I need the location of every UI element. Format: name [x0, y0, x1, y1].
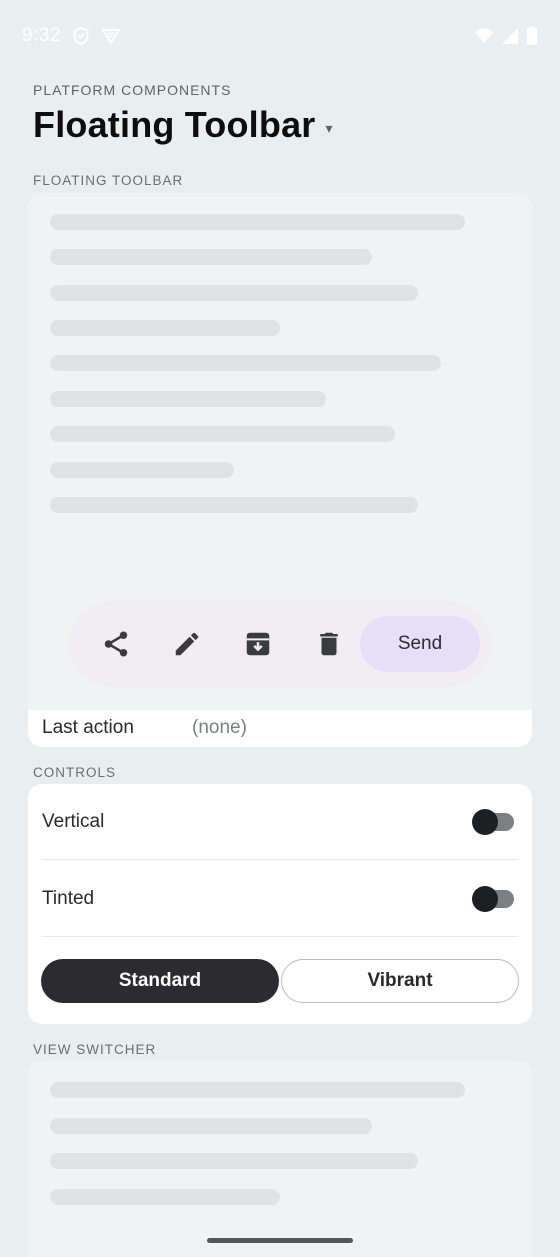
- skeleton-line: [50, 1189, 280, 1205]
- skeleton-line: [50, 214, 465, 230]
- page-title: Floating Toolbar: [33, 104, 316, 145]
- delete-icon: [320, 632, 338, 656]
- signal-icon: [500, 26, 520, 46]
- skeleton-line: [50, 285, 418, 301]
- skeleton-line: [50, 355, 441, 371]
- skeleton-line: [50, 320, 280, 336]
- view-switcher-card: [28, 1061, 532, 1257]
- skeleton-line: [50, 497, 418, 513]
- tinted-switch[interactable]: [472, 885, 516, 912]
- tinted-toggle-row[interactable]: Tinted: [42, 861, 518, 937]
- tinted-toggle-label: Tinted: [42, 887, 95, 909]
- vertical-toggle-label: Vertical: [42, 810, 105, 832]
- archive-button[interactable]: [234, 620, 282, 668]
- last-action-label: Last action: [42, 717, 134, 738]
- chevron-down-icon: ▾: [325, 119, 333, 136]
- section-label-view-switcher: VIEW SWITCHER: [33, 1042, 157, 1057]
- skeleton-line: [50, 249, 372, 265]
- edit-icon: [175, 632, 199, 656]
- standard-style-button[interactable]: Standard: [41, 959, 279, 1003]
- switch-thumb: [472, 885, 498, 912]
- share-button[interactable]: [92, 620, 140, 668]
- toolbar-preview-area: Send: [28, 193, 532, 710]
- vibrant-style-button[interactable]: Vibrant: [281, 959, 519, 1003]
- controls-card: Vertical Tinted Standard Vibrant: [28, 784, 532, 1024]
- share-icon: [104, 631, 128, 657]
- skeleton-line: [50, 1082, 465, 1098]
- view-switcher-preview-area: [28, 1061, 532, 1257]
- shield-icon: [71, 26, 91, 46]
- section-label-controls: CONTROLS: [33, 765, 117, 780]
- skeleton-line: [50, 1118, 372, 1134]
- archive-icon: [246, 632, 270, 656]
- floating-toolbar-card: Send Last action (none): [28, 193, 532, 747]
- vertical-toggle-row[interactable]: Vertical: [42, 784, 518, 860]
- vpn-icon: [101, 26, 121, 46]
- status-bar: 9:32: [0, 0, 560, 72]
- skeleton-line: [50, 391, 326, 407]
- wifi-icon: [474, 26, 494, 46]
- floating-toolbar: Send: [68, 601, 492, 687]
- vertical-switch[interactable]: [472, 808, 516, 835]
- title-dropdown[interactable]: Floating Toolbar ▾: [33, 104, 333, 146]
- section-label-floating-toolbar: FLOATING TOOLBAR: [33, 173, 184, 188]
- last-action-value: (none): [192, 717, 247, 738]
- edit-button[interactable]: [163, 620, 211, 668]
- switch-thumb: [472, 808, 498, 835]
- last-action-row: Last action (none): [28, 710, 532, 746]
- skeleton-line: [50, 426, 395, 442]
- skeleton-line: [50, 462, 234, 478]
- battery-icon: [526, 26, 538, 46]
- send-button[interactable]: Send: [360, 616, 480, 672]
- page-eyebrow: PLATFORM COMPONENTS: [33, 82, 232, 98]
- delete-button[interactable]: [305, 620, 353, 668]
- skeleton-line: [50, 1153, 418, 1169]
- status-time: 9:32: [22, 25, 61, 46]
- home-indicator[interactable]: [207, 1238, 353, 1243]
